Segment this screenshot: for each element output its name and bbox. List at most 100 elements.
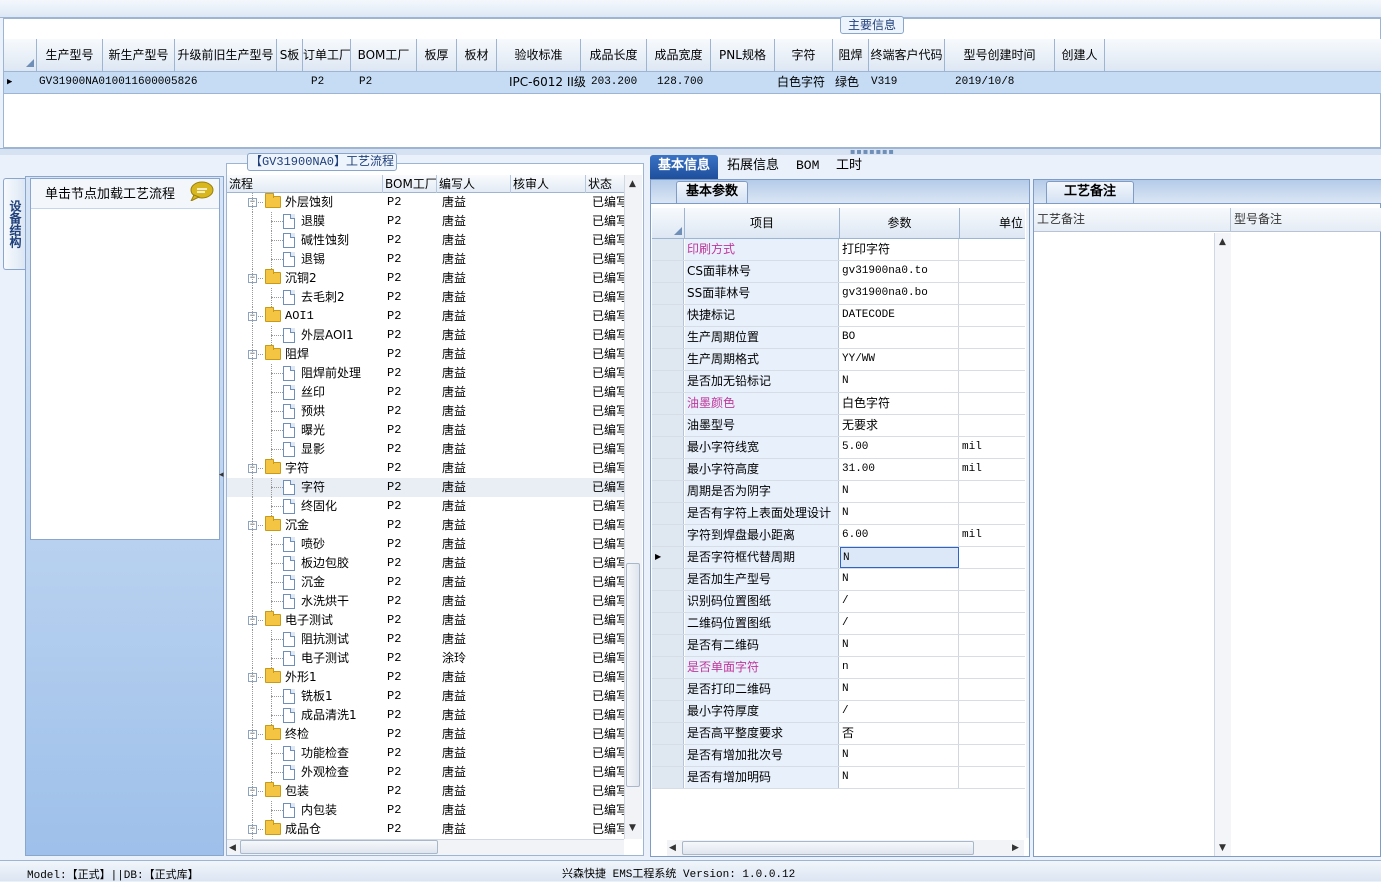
scroll-down-icon[interactable]: ▼ (629, 823, 636, 833)
param-row[interactable]: 最小字符厚度 / (652, 701, 1025, 723)
params-col-unit[interactable]: 单位 (960, 208, 1025, 239)
tab-basic-params[interactable]: 基本参数 (676, 181, 748, 203)
main-col-5[interactable]: 订单工厂 (303, 39, 351, 72)
flow-tree-row[interactable]: − AOI1 P2 唐益 已编写 (227, 307, 624, 326)
param-row[interactable]: ▶ 是否字符框代替周期 N (652, 547, 1025, 569)
param-row[interactable]: 是否有二维码 N (652, 635, 1025, 657)
param-value[interactable]: DATECODE (840, 305, 959, 326)
flow-tree-row[interactable]: 外观检查 P2 唐益 已编写 (227, 763, 624, 782)
param-row-selector[interactable] (652, 723, 684, 744)
left-splitter-grip[interactable]: ◂ (219, 470, 224, 550)
param-row[interactable]: 是否有字符上表面处理设计 N (652, 503, 1025, 525)
tab-process-remarks[interactable]: 工艺备注 (1046, 181, 1134, 203)
param-row-selector[interactable] (652, 261, 684, 282)
flow-tree-row[interactable]: 电子测试 P2 涂玲 已编写 (227, 649, 624, 668)
main-col-8[interactable]: 板材 (457, 39, 497, 72)
param-row[interactable]: 周期是否为阴字 N (652, 481, 1025, 503)
main-col-16[interactable]: 型号创建时间 (945, 39, 1055, 72)
param-value[interactable]: 6.00 (840, 525, 959, 546)
param-value[interactable]: N (840, 745, 959, 766)
param-row-selector[interactable] (652, 657, 684, 678)
flow-col-3[interactable]: 编写人 (437, 175, 511, 193)
params-hscroll-thumb[interactable] (682, 841, 974, 855)
flow-tree-row[interactable]: 去毛刺2 P2 唐益 已编写 (227, 288, 624, 307)
param-value[interactable]: N (840, 679, 959, 700)
flow-tree-row[interactable]: 水洗烘干 P2 唐益 已编写 (227, 592, 624, 611)
flow-col-5[interactable]: 状态 (586, 175, 624, 193)
main-col-10[interactable]: 成品长度 (581, 39, 647, 72)
param-row-selector[interactable] (652, 503, 684, 524)
param-row-selector[interactable] (652, 327, 684, 348)
param-row-selector[interactable] (652, 569, 684, 590)
flow-col-2[interactable]: BOM工厂 (383, 175, 437, 193)
main-col-7[interactable]: 板厚 (417, 39, 457, 72)
param-row[interactable]: 油墨颜色 白色字符 (652, 393, 1025, 415)
param-row-selector[interactable] (652, 767, 684, 788)
param-row-selector[interactable] (652, 305, 684, 326)
main-col-2[interactable]: 新生产型号 (103, 39, 175, 72)
param-row-selector[interactable] (652, 591, 684, 612)
param-row-selector[interactable] (652, 701, 684, 722)
flow-tree-row[interactable]: 字符 P2 唐益 已编写 (227, 478, 624, 497)
flow-tree-row[interactable]: − 成品仓 P2 唐益 已编写 (227, 820, 624, 839)
param-row[interactable]: 是否有增加明码 N (652, 767, 1025, 789)
flow-tree-row[interactable]: 阻焊前处理 P2 唐益 已编写 (227, 364, 624, 383)
param-row[interactable]: 是否加生产型号 N (652, 569, 1025, 591)
param-value[interactable]: / (840, 613, 959, 634)
main-col-11[interactable]: 成品宽度 (647, 39, 711, 72)
main-col-3[interactable]: 升级前旧生产型号 (175, 39, 277, 72)
flow-tree-row[interactable]: − 外形1 P2 唐益 已编写 (227, 668, 624, 687)
main-cell-13[interactable]: 白色字符 (777, 72, 825, 93)
param-value[interactable]: BO (840, 327, 959, 348)
scroll-up-icon[interactable]: ▲ (629, 179, 636, 189)
main-cell-5[interactable]: P2 (311, 72, 324, 93)
flow-tree-row[interactable]: − 阻焊 P2 唐益 已编写 (227, 345, 624, 364)
param-value[interactable]: gv31900na0.to (840, 261, 959, 282)
param-value[interactable]: n (840, 657, 959, 678)
flow-tree-row[interactable]: 铣板1 P2 唐益 已编写 (227, 687, 624, 706)
param-row-selector[interactable] (652, 481, 684, 502)
param-value[interactable]: gv31900na0.bo (840, 283, 959, 304)
tab-bom[interactable]: BOM (788, 155, 827, 179)
scroll-left-icon[interactable]: ◀ (229, 843, 236, 853)
param-value[interactable]: N (840, 371, 959, 392)
process-remarks-textarea[interactable] (1035, 233, 1214, 855)
param-row-selector[interactable] (652, 635, 684, 656)
main-cell-1[interactable]: GV31900NA0 (39, 72, 105, 93)
scroll-up-icon[interactable]: ▲ (1219, 237, 1226, 247)
param-value[interactable]: 白色字符 (840, 393, 959, 414)
param-row-selector[interactable] (652, 679, 684, 700)
scroll-left-icon[interactable]: ◀ (669, 843, 676, 853)
flow-tree-row[interactable]: 沉金 P2 唐益 已编写 (227, 573, 624, 592)
param-row[interactable]: 字符到焊盘最小距离 6.00 mil (652, 525, 1025, 547)
flow-tree-row[interactable]: − 终检 P2 唐益 已编写 (227, 725, 624, 744)
flow-tree-vscroll-thumb[interactable] (626, 563, 640, 787)
flow-tree-row[interactable]: − 包装 P2 唐益 已编写 (227, 782, 624, 801)
param-row[interactable]: 是否单面字符 n (652, 657, 1025, 679)
main-col-12[interactable]: PNL规格 (711, 39, 775, 72)
flow-tree[interactable]: − 外层蚀刻 P2 唐益 已编写 退膜 P2 唐益 已编写 碱性蚀刻 P2 唐益 已编写 退锡 P2 唐益 已编… (227, 193, 624, 839)
scroll-down-icon[interactable]: ▼ (1219, 843, 1226, 853)
param-row[interactable]: 最小字符高度 31.00 mil (652, 459, 1025, 481)
main-cell-10[interactable]: 203.200 (591, 72, 637, 93)
flow-col-4[interactable]: 核审人 (511, 175, 586, 193)
side-tab-device-structure[interactable]: 设备结构 (3, 178, 25, 270)
flow-col-1[interactable]: 流程 (227, 175, 383, 193)
main-col-17[interactable]: 创建人 (1055, 39, 1105, 72)
param-row[interactable]: 是否打印二维码 N (652, 679, 1025, 701)
param-row[interactable]: 识别码位置图纸 / (652, 591, 1025, 613)
horizontal-splitter[interactable]: ▪▪▪▪▪▪▪ (0, 147, 1381, 156)
param-row[interactable]: CS面菲林号 gv31900na0.to (652, 261, 1025, 283)
param-row-selector[interactable]: ▶ (652, 547, 684, 568)
param-row-selector[interactable] (652, 459, 684, 480)
flow-tree-row[interactable]: 显影 P2 唐益 已编写 (227, 440, 624, 459)
params-col-item[interactable]: 项目 (685, 208, 840, 239)
flow-tree-row[interactable]: 丝印 P2 唐益 已编写 (227, 383, 624, 402)
row-selector-header[interactable] (4, 39, 37, 72)
param-value[interactable]: / (840, 701, 959, 722)
param-row-selector[interactable] (652, 349, 684, 370)
main-col-6[interactable]: BOM工厂 (351, 39, 417, 72)
flow-tree-row[interactable]: 板边包胶 P2 唐益 已编写 (227, 554, 624, 573)
tab-basic-info[interactable]: 基本信息 (650, 155, 719, 179)
main-col-15[interactable]: 终端客户代码 (869, 39, 945, 72)
